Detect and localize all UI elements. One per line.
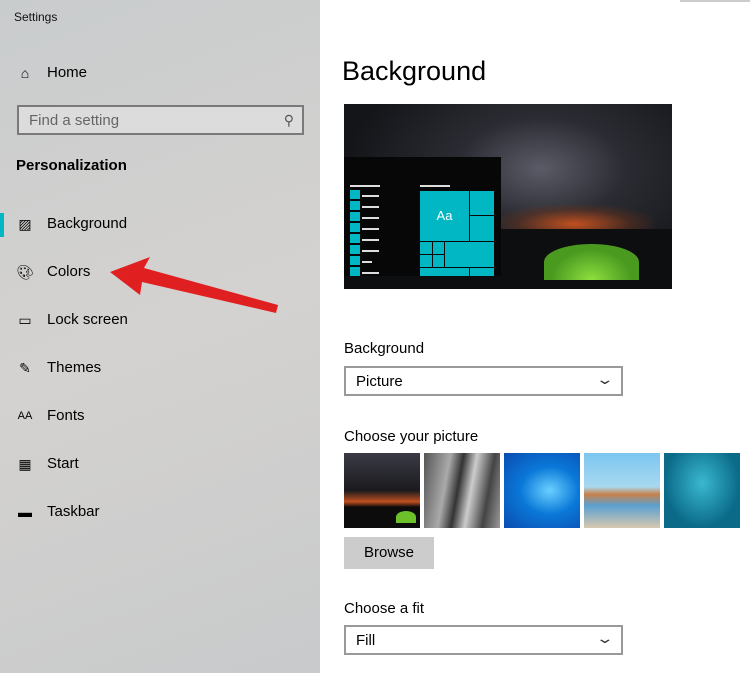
window-title: Settings (14, 10, 58, 24)
fit-label: Choose a fit (344, 600, 425, 617)
home-icon: ⌂ (20, 64, 30, 81)
taskbar-icon: ▬ (18, 503, 32, 520)
sidebar: Settings ⌂ Home Find a setting ⚲ Personali… (0, 0, 320, 673)
title-bar-edge (680, 0, 750, 2)
palette-icon: 🎨︎ (16, 263, 34, 280)
fit-dropdown[interactable]: Fill ⌄ (344, 625, 623, 655)
browse-button[interactable]: Browse (344, 537, 434, 569)
search-input[interactable]: Find a setting ⚲ (17, 105, 304, 135)
main-panel (320, 0, 755, 673)
search-icon[interactable]: ⚲ (284, 112, 294, 129)
sidebar-item-taskbar[interactable]: ▬ Taskbar (16, 503, 306, 520)
background-label: Background (344, 340, 425, 357)
lock-screen-icon: ▭ (18, 311, 32, 328)
red-arrow-annotation (110, 257, 278, 313)
choose-picture-label: Choose your picture (344, 428, 479, 445)
page-title: Background (342, 56, 487, 86)
picture-thumbnail-underwater[interactable] (664, 453, 740, 528)
picture-thumbnail-beach[interactable] (584, 453, 660, 528)
nav-label: Taskbar (47, 503, 100, 520)
background-dropdown[interactable]: Picture ⌄ (344, 366, 623, 396)
nav-label: Themes (47, 359, 102, 376)
preview-tile: Aa (420, 191, 469, 241)
themes-icon: ✎ (19, 359, 31, 376)
sidebar-item-fonts[interactable]: AA Fonts (16, 407, 306, 424)
picture-thumbnail-night-tent[interactable] (344, 453, 420, 528)
sidebar-item-themes[interactable]: ✎ Themes (16, 359, 306, 376)
nav-label: Colors (47, 263, 91, 280)
picture-thumbnail-rock[interactable] (424, 453, 500, 528)
chevron-down-icon: ⌄ (595, 371, 615, 387)
preview-start-menu: Aa (344, 157, 501, 276)
sidebar-item-start[interactable]: ▦ Start (16, 455, 306, 472)
home-label: Home (47, 64, 88, 81)
search-placeholder: Find a setting (29, 112, 120, 129)
fonts-icon: AA (17, 409, 33, 422)
picture-thumbnail-windows[interactable] (504, 453, 580, 528)
dropdown-value: Fill (356, 632, 376, 649)
preview-tent (544, 244, 639, 280)
nav-label: Background (47, 215, 128, 232)
sidebar-home[interactable]: ⌂ Home (16, 64, 87, 81)
background-preview: Aa (344, 104, 672, 289)
chevron-down-icon: ⌄ (595, 630, 615, 646)
picture-icon: ▨ (18, 215, 32, 232)
nav-label: Fonts (47, 407, 85, 424)
nav-label: Start (47, 455, 79, 472)
sidebar-item-background[interactable]: ▨ Background (16, 215, 306, 232)
start-icon: ▦ (18, 455, 32, 472)
section-heading: Personalization (16, 157, 127, 174)
dropdown-value: Picture (356, 373, 403, 390)
selected-indicator (0, 213, 4, 237)
